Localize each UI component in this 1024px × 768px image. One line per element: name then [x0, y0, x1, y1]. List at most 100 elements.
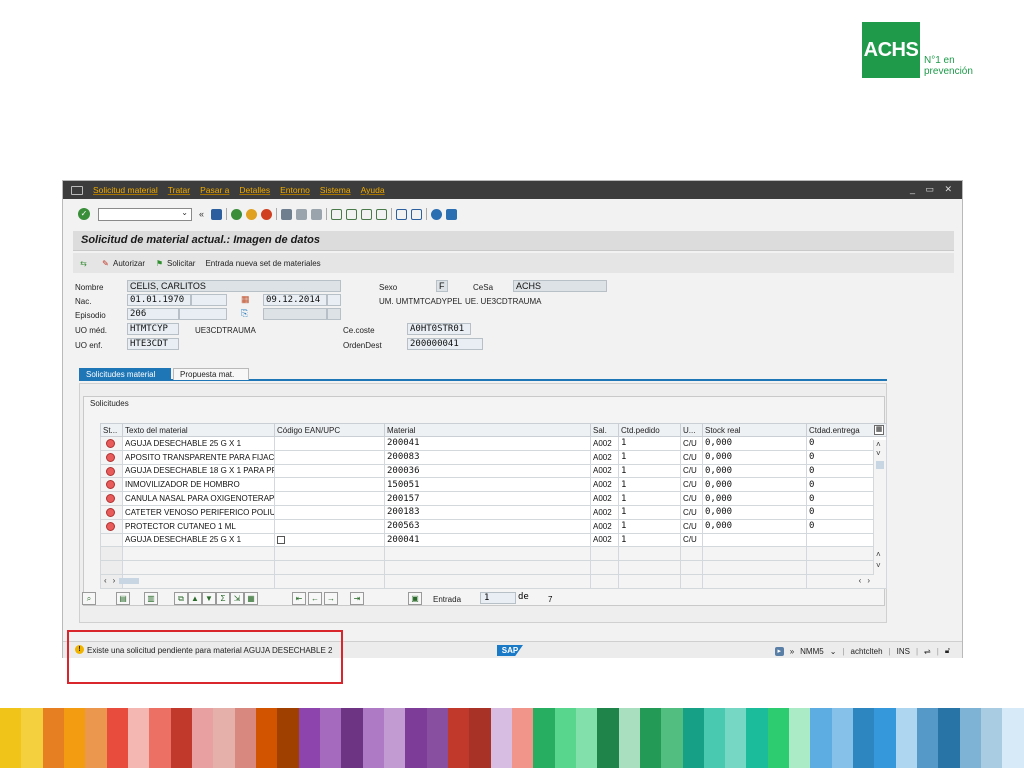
ean-cell[interactable] — [274, 463, 385, 479]
col-texto-material[interactable]: Texto del material — [122, 423, 275, 437]
ean-input[interactable] — [274, 532, 385, 548]
texto-input[interactable]: AGUJA DESECHABLE 25 G X 1 — [122, 532, 275, 548]
unit-input[interactable]: C/U — [680, 532, 703, 548]
empty-cell[interactable] — [702, 560, 807, 575]
export-icon[interactable]: ⇲ — [230, 592, 244, 605]
system-menu-icon[interactable] — [71, 185, 83, 195]
table-settings-icon[interactable]: ▦ — [874, 425, 884, 435]
stock-cell[interactable]: 0,000 — [702, 463, 807, 479]
empty-cell[interactable] — [122, 546, 275, 562]
ctd-input[interactable]: 1 — [618, 532, 681, 548]
ctd-cell[interactable]: 1 — [618, 518, 681, 534]
empty-cell[interactable] — [680, 546, 703, 562]
scroll-thumb[interactable] — [876, 461, 884, 469]
sal-cell[interactable]: A002 — [590, 449, 619, 465]
menu-detalles[interactable]: Detalles — [239, 185, 270, 195]
window-controls[interactable]: _ ▭ ✕ — [910, 184, 956, 195]
sort-ascending-icon[interactable]: ▲ — [188, 592, 202, 605]
material-cell[interactable]: 200036 — [384, 463, 591, 479]
status-cell[interactable] — [100, 504, 123, 520]
grid-first-icon[interactable]: ⇤ — [292, 592, 306, 605]
scroll-right-icon[interactable]: › — [113, 576, 116, 585]
table-row[interactable]: CATETER VENOSO PERIFERICO POLIUR.. 200183… — [100, 504, 887, 520]
sal-cell[interactable]: A002 — [590, 436, 619, 451]
select-all-icon[interactable]: ▤ — [116, 592, 130, 605]
value-help-icon[interactable] — [277, 535, 285, 544]
chevron-down-icon[interactable]: ⌄ — [181, 208, 188, 217]
menu-solicitud-material[interactable]: Solicitud material — [93, 185, 158, 195]
sal-cell[interactable]: A002 — [590, 518, 619, 534]
empty-cell[interactable] — [702, 546, 807, 562]
empty-cell[interactable] — [274, 560, 385, 575]
next-page-icon[interactable] — [361, 208, 372, 220]
previous-page-icon[interactable] — [346, 208, 357, 220]
ean-cell[interactable] — [274, 436, 385, 451]
empty-cell[interactable] — [680, 560, 703, 575]
ean-cell[interactable] — [274, 477, 385, 493]
col-sal[interactable]: Sal. — [590, 423, 619, 437]
status-cell[interactable] — [100, 491, 123, 506]
table-row[interactable]: PROTECTOR CUTANEO 1 ML 200563 A002 1 C/U 0,00… — [100, 518, 887, 534]
first-page-icon[interactable] — [331, 208, 342, 220]
empty-cell[interactable] — [384, 546, 591, 562]
stock-input[interactable] — [702, 532, 807, 548]
table-row[interactable]: APOSITO TRANSPARENTE PARA FIJACI.. 200083… — [100, 449, 887, 465]
empty-cell[interactable] — [384, 560, 591, 575]
col-ctd-pedido[interactable]: Ctd.pedido — [618, 423, 681, 437]
sal-cell[interactable]: A002 — [590, 463, 619, 479]
status-cell[interactable] — [100, 463, 123, 479]
table-row[interactable]: CANULA NASAL PARA OXIGENOTERAPIA 200157 A0… — [100, 491, 887, 506]
back-arrows-icon[interactable]: « — [196, 209, 207, 220]
scroll-left-icon-right[interactable]: ‹ — [859, 576, 862, 585]
ean-cell[interactable] — [274, 491, 385, 506]
details-icon[interactable]: ⌕ — [82, 592, 96, 605]
find-icon[interactable] — [296, 208, 307, 220]
insert-mode[interactable]: INS — [897, 647, 910, 656]
table-row-empty[interactable] — [100, 546, 887, 562]
copy-row-icon[interactable]: ⧉ — [174, 592, 188, 605]
unit-cell[interactable]: C/U — [680, 463, 703, 479]
scroll-down-icon[interactable]: ˅ — [876, 449, 881, 458]
entrada-nueva-set-button[interactable]: Entrada nueva set de materiales — [205, 259, 320, 268]
ctd-cell[interactable]: 1 — [618, 477, 681, 493]
sal-input[interactable]: A002 — [590, 532, 619, 548]
material-cell[interactable]: 200157 — [384, 491, 591, 506]
system-name[interactable]: NMM5 — [800, 647, 824, 656]
unit-cell[interactable]: C/U — [680, 491, 703, 506]
ctd-cell[interactable]: 1 — [618, 463, 681, 479]
ctd-cell[interactable]: 1 — [618, 449, 681, 465]
texto-cell[interactable]: AGUJA DESECHABLE 18 G X 1 PARA PRE.. — [122, 463, 275, 479]
episode-search-icon[interactable]: ⎘ — [241, 308, 248, 319]
unit-cell[interactable]: C/U — [680, 449, 703, 465]
ctd-cell[interactable]: 1 — [618, 491, 681, 506]
texto-cell[interactable]: CATETER VENOSO PERIFERICO POLIUR.. — [122, 504, 275, 520]
status-cell[interactable] — [100, 477, 123, 493]
unit-cell[interactable]: C/U — [680, 504, 703, 520]
unit-cell[interactable]: C/U — [680, 477, 703, 493]
print-icon[interactable] — [281, 208, 292, 220]
col-unit[interactable]: U... — [680, 423, 703, 437]
stock-cell[interactable]: 0,000 — [702, 491, 807, 506]
solicitar-button[interactable]: ⚑ Solicitar — [155, 259, 196, 268]
texto-cell[interactable]: PROTECTOR CUTANEO 1 ML — [122, 518, 275, 534]
unit-cell[interactable]: C/U — [680, 518, 703, 534]
hscroll-thumb[interactable] — [119, 577, 140, 584]
material-cell[interactable]: 200563 — [384, 518, 591, 534]
expand-icon[interactable]: » — [790, 647, 794, 656]
scroll-right-icon-right[interactable]: › — [867, 576, 870, 585]
col-ctdad-entrega[interactable]: Ctdad.entrega ▦ — [806, 423, 887, 437]
texto-cell[interactable]: AGUJA DESECHABLE 25 G X 1 — [122, 436, 275, 451]
help-icon[interactable] — [431, 208, 442, 220]
texto-cell[interactable]: INMOVILIZADOR DE HOMBRO — [122, 477, 275, 493]
customize-layout-icon[interactable] — [446, 208, 457, 220]
table-row-empty[interactable] — [100, 560, 887, 575]
display-change-button[interactable]: ⇆ — [79, 259, 91, 268]
table-row[interactable]: AGUJA DESECHABLE 25 G X 1 200041 A002 1 C/U 0… — [100, 436, 887, 451]
menu-ayuda[interactable]: Ayuda — [361, 185, 385, 195]
material-input[interactable]: 200041 — [384, 532, 591, 548]
horizontal-scrollbar[interactable]: ‹ › ‹ › — [100, 575, 874, 586]
table-row[interactable]: AGUJA DESECHABLE 18 G X 1 PARA PRE.. 2000… — [100, 463, 887, 479]
filter-icon[interactable]: ▼ — [202, 592, 216, 605]
status-info-icon[interactable]: ▸ — [774, 646, 784, 656]
material-cell[interactable]: 150051 — [384, 477, 591, 493]
